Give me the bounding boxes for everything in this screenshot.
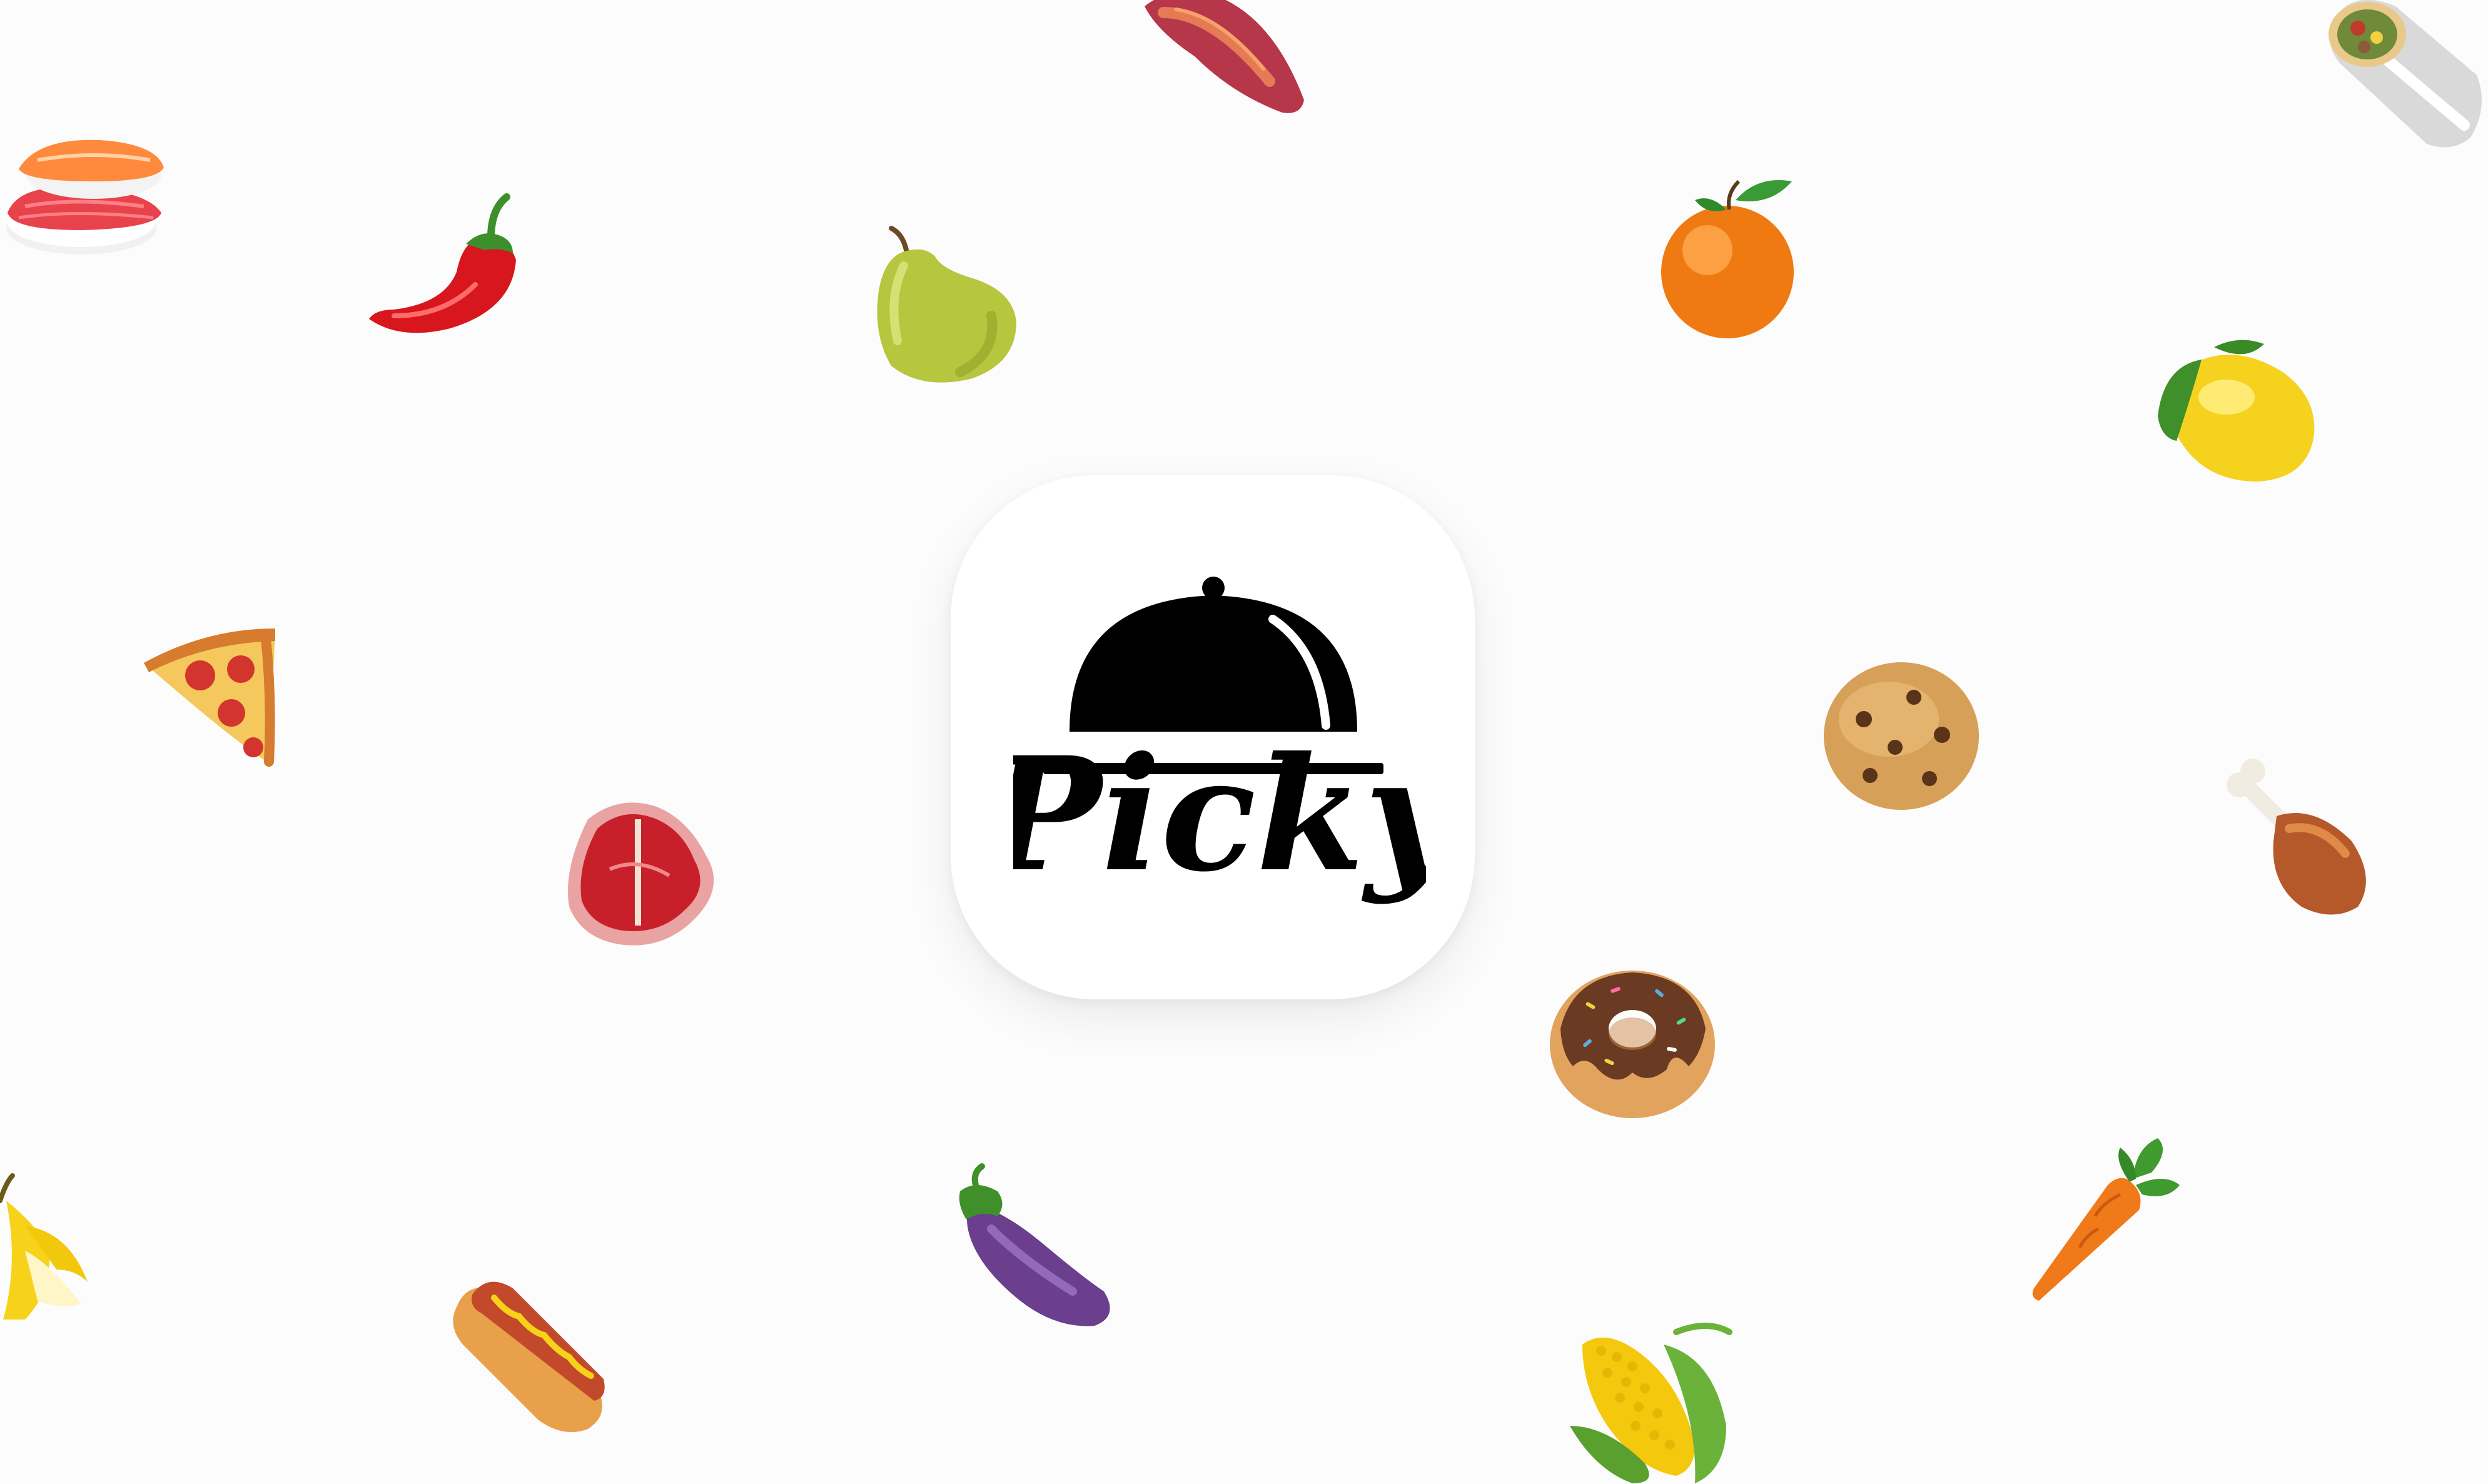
svg-text:Picky: Picky	[1013, 722, 1426, 906]
drumstick-icon	[2214, 754, 2377, 922]
hotdog-icon	[444, 1269, 610, 1438]
hot-pepper-icon	[357, 191, 532, 360]
app-name-wordmark: Picky	[1013, 722, 1426, 906]
app-icon: Picky	[951, 475, 1475, 999]
splash-screen: Picky	[0, 0, 2488, 1484]
sushi-icon	[0, 119, 169, 263]
lemon-icon	[2152, 328, 2320, 485]
cookie-icon	[1820, 660, 1983, 813]
banana-icon	[0, 1173, 94, 1332]
carrot-icon	[2026, 1135, 2183, 1304]
corn-icon	[1570, 1320, 1739, 1484]
orange-icon	[1657, 175, 1801, 341]
donut-icon	[1548, 960, 1717, 1119]
sweet-potato-icon	[1138, 0, 1313, 125]
pizza-icon	[138, 594, 278, 769]
eggplant-icon	[948, 1163, 1120, 1329]
pear-icon	[866, 222, 1019, 391]
steak-icon	[563, 794, 726, 954]
burrito-icon	[2314, 0, 2488, 156]
